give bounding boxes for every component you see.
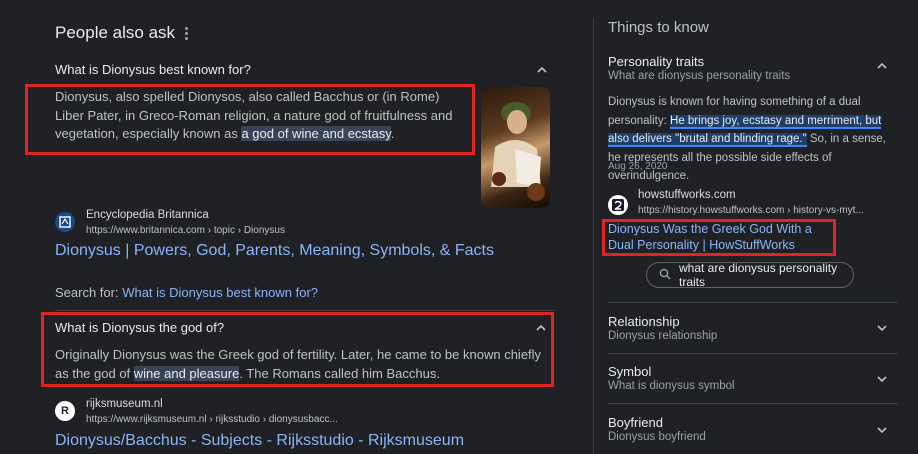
personality-heading[interactable]: Personality traits	[608, 54, 704, 69]
relationship-heading[interactable]: Relationship	[608, 314, 680, 329]
question-1[interactable]: What is Dionysus best known for?	[55, 62, 251, 77]
source-name-2: rijksmuseum.nl	[86, 398, 163, 410]
symbol-subheading: What is dionysus symbol	[608, 380, 735, 392]
search-icon	[659, 268, 671, 283]
more-options-icon[interactable]	[182, 25, 190, 41]
answer-1-highlight: a god of wine and ecstasy	[241, 126, 391, 141]
chevron-up-icon[interactable]	[535, 322, 547, 334]
column-divider	[593, 18, 594, 454]
chevron-down-icon[interactable]	[876, 373, 888, 385]
symbol-heading[interactable]: Symbol	[608, 364, 651, 379]
chevron-down-icon[interactable]	[876, 424, 888, 436]
result-link-3[interactable]: Dionysus Was the Greek God With a Dual P…	[608, 222, 832, 253]
things-to-know-title: Things to know	[608, 19, 709, 36]
britannica-favicon	[55, 212, 75, 232]
source-name-1: Encyclopedia Britannica	[86, 209, 209, 221]
boyfriend-heading[interactable]: Boyfriend	[608, 415, 663, 430]
source-url-1[interactable]: https://www.britannica.com › topic › Dio…	[86, 225, 285, 236]
answer-2-highlight: wine and pleasure	[133, 365, 240, 381]
divider	[608, 403, 898, 404]
question-2[interactable]: What is Dionysus the god of?	[55, 320, 224, 335]
result-link-2[interactable]: Dionysus/Bacchus - Subjects - Rijksstudi…	[55, 432, 464, 450]
answer-2: Originally Dionysus was the Greek god of…	[55, 347, 542, 381]
divider	[55, 310, 555, 311]
source-url-2[interactable]: https://www.rijksmuseum.nl › rijksstudio…	[86, 414, 338, 425]
paa-title: People also ask	[55, 23, 176, 42]
chevron-up-icon[interactable]	[876, 60, 888, 72]
divider	[608, 302, 898, 303]
search-for: Search for: What is Dionysus best known …	[55, 285, 319, 300]
personality-subheading: What are dionysus personality traits	[608, 70, 791, 82]
personality-date: Aug 26, 2020	[608, 161, 668, 172]
chevron-up-icon[interactable]	[536, 64, 548, 76]
answer-1: Dionysus, also spelled Dionysos, also ca…	[55, 89, 453, 141]
dionysus-painting-thumbnail[interactable]	[481, 87, 550, 208]
rijksmuseum-favicon: R	[55, 401, 75, 421]
related-search-chip[interactable]: what are dionysus personality traits	[646, 261, 854, 289]
divider	[608, 353, 898, 354]
source-name-3: howstuffworks.com	[638, 189, 736, 201]
search-for-link[interactable]: What is Dionysus best known for?	[122, 285, 318, 300]
boyfriend-subheading: Dionysus boyfriend	[608, 431, 706, 443]
relationship-subheading: Dionysus relationship	[608, 330, 718, 342]
howstuffworks-favicon	[608, 195, 628, 215]
result-link-1[interactable]: Dionysus | Powers, God, Parents, Meaning…	[55, 242, 494, 260]
chevron-down-icon[interactable]	[876, 322, 888, 334]
source-url-3[interactable]: https://history.howstuffworks.com › hist…	[638, 205, 864, 216]
